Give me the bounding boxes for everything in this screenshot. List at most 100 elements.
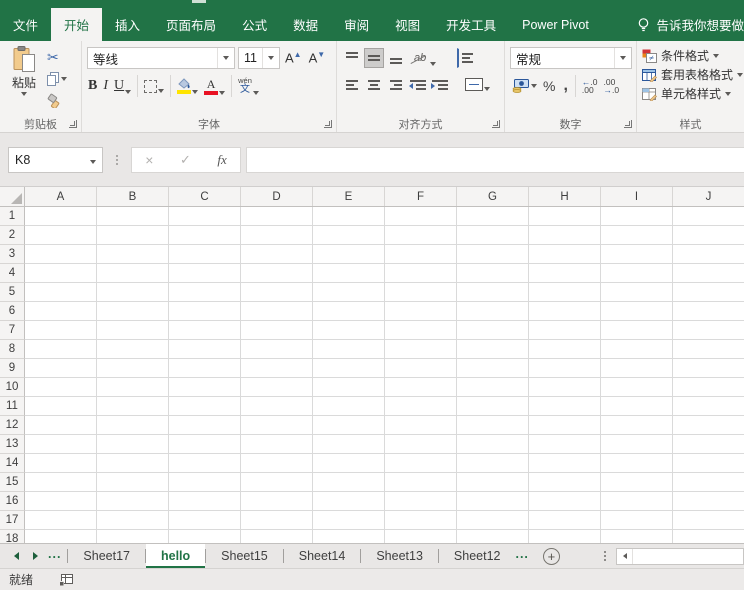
sheet-tab-hello[interactable]: hello	[146, 544, 206, 568]
cell-A11[interactable]	[25, 397, 97, 416]
cell-E17[interactable]	[313, 511, 385, 530]
cell-B11[interactable]	[97, 397, 169, 416]
row-header-5[interactable]: 5	[0, 283, 25, 302]
cell-A17[interactable]	[25, 511, 97, 530]
row-header-10[interactable]: 10	[0, 378, 25, 397]
cell-E9[interactable]	[313, 359, 385, 378]
cell-J5[interactable]	[673, 283, 744, 302]
cell-E18[interactable]	[313, 530, 385, 543]
cell-G18[interactable]	[457, 530, 529, 543]
cell-F15[interactable]	[385, 473, 457, 492]
cell-J14[interactable]	[673, 454, 744, 473]
cell-C18[interactable]	[169, 530, 241, 543]
cell-B1[interactable]	[97, 207, 169, 226]
cell-I17[interactable]	[601, 511, 673, 530]
cell-J3[interactable]	[673, 245, 744, 264]
comma-style-button[interactable]: ,	[559, 77, 571, 95]
cell-B6[interactable]	[97, 302, 169, 321]
row-header-2[interactable]: 2	[0, 226, 25, 245]
cell-A10[interactable]	[25, 378, 97, 397]
cell-D2[interactable]	[241, 226, 313, 245]
italic-button[interactable]: I	[100, 76, 111, 96]
cell-D12[interactable]	[241, 416, 313, 435]
scroll-sheets-left-button[interactable]	[14, 552, 19, 560]
cell-G15[interactable]	[457, 473, 529, 492]
cell-A8[interactable]	[25, 340, 97, 359]
cell-J16[interactable]	[673, 492, 744, 511]
cell-H8[interactable]	[529, 340, 601, 359]
cell-C15[interactable]	[169, 473, 241, 492]
cell-B17[interactable]	[97, 511, 169, 530]
cell-I2[interactable]	[601, 226, 673, 245]
cell-D18[interactable]	[241, 530, 313, 543]
accounting-format-button[interactable]	[510, 79, 539, 93]
number-format-caret[interactable]	[614, 48, 631, 68]
cell-C8[interactable]	[169, 340, 241, 359]
cell-E16[interactable]	[313, 492, 385, 511]
cell-F18[interactable]	[385, 530, 457, 543]
cell-J12[interactable]	[673, 416, 744, 435]
percent-style-button[interactable]: %	[539, 78, 559, 94]
phonetic-guide-button[interactable]: wén 文	[235, 75, 262, 97]
cell-C14[interactable]	[169, 454, 241, 473]
cell-D7[interactable]	[241, 321, 313, 340]
clipboard-dialog-launcher[interactable]	[69, 120, 77, 128]
ribbon-tab-insert[interactable]: 插入	[102, 8, 153, 41]
insert-function-button[interactable]: fx	[217, 152, 226, 168]
cell-H14[interactable]	[529, 454, 601, 473]
cell-F4[interactable]	[385, 264, 457, 283]
column-header-D[interactable]: D	[241, 187, 313, 206]
cell-H18[interactable]	[529, 530, 601, 543]
wrap-text-button[interactable]	[457, 47, 477, 68]
cell-J6[interactable]	[673, 302, 744, 321]
cell-D8[interactable]	[241, 340, 313, 359]
scroll-sheets-right-button[interactable]	[33, 552, 38, 560]
cell-C7[interactable]	[169, 321, 241, 340]
sheet-tab-Sheet14[interactable]: Sheet14	[284, 544, 361, 568]
format-as-table-button[interactable]: 套用表格格式	[640, 65, 744, 84]
bold-button[interactable]: B	[85, 76, 100, 96]
cell-E7[interactable]	[313, 321, 385, 340]
cell-I14[interactable]	[601, 454, 673, 473]
cell-A14[interactable]	[25, 454, 97, 473]
cell-A13[interactable]	[25, 435, 97, 454]
row-header-15[interactable]: 15	[0, 473, 25, 492]
font-name-combobox[interactable]: 等线	[87, 47, 235, 69]
ribbon-tab-formulas[interactable]: 公式	[229, 8, 280, 41]
cell-D3[interactable]	[241, 245, 313, 264]
cell-J17[interactable]	[673, 511, 744, 530]
cell-I4[interactable]	[601, 264, 673, 283]
cell-B15[interactable]	[97, 473, 169, 492]
row-header-4[interactable]: 4	[0, 264, 25, 283]
cell-C6[interactable]	[169, 302, 241, 321]
cell-I13[interactable]	[601, 435, 673, 454]
cell-A2[interactable]	[25, 226, 97, 245]
row-header-13[interactable]: 13	[0, 435, 25, 454]
cell-D1[interactable]	[241, 207, 313, 226]
cell-H15[interactable]	[529, 473, 601, 492]
cell-J2[interactable]	[673, 226, 744, 245]
decrease-font-size-button[interactable]: A▼	[307, 49, 328, 66]
cell-G7[interactable]	[457, 321, 529, 340]
cell-A15[interactable]	[25, 473, 97, 492]
sheet-tab-Sheet17[interactable]: Sheet17	[68, 544, 145, 568]
cell-I7[interactable]	[601, 321, 673, 340]
cell-G1[interactable]	[457, 207, 529, 226]
cell-E14[interactable]	[313, 454, 385, 473]
cell-A3[interactable]	[25, 245, 97, 264]
cell-G9[interactable]	[457, 359, 529, 378]
cell-H11[interactable]	[529, 397, 601, 416]
cell-B16[interactable]	[97, 492, 169, 511]
column-header-F[interactable]: F	[385, 187, 457, 206]
increase-decimal-button[interactable]: ←.0 .00	[579, 77, 601, 95]
scrollbar-thumb[interactable]	[633, 548, 743, 564]
cell-A7[interactable]	[25, 321, 97, 340]
row-header-1[interactable]: 1	[0, 207, 25, 226]
number-dialog-launcher[interactable]	[624, 120, 632, 128]
cell-I11[interactable]	[601, 397, 673, 416]
copy-button[interactable]	[47, 70, 67, 87]
cell-G11[interactable]	[457, 397, 529, 416]
cell-B5[interactable]	[97, 283, 169, 302]
cell-G16[interactable]	[457, 492, 529, 511]
select-all-button[interactable]	[0, 187, 25, 206]
